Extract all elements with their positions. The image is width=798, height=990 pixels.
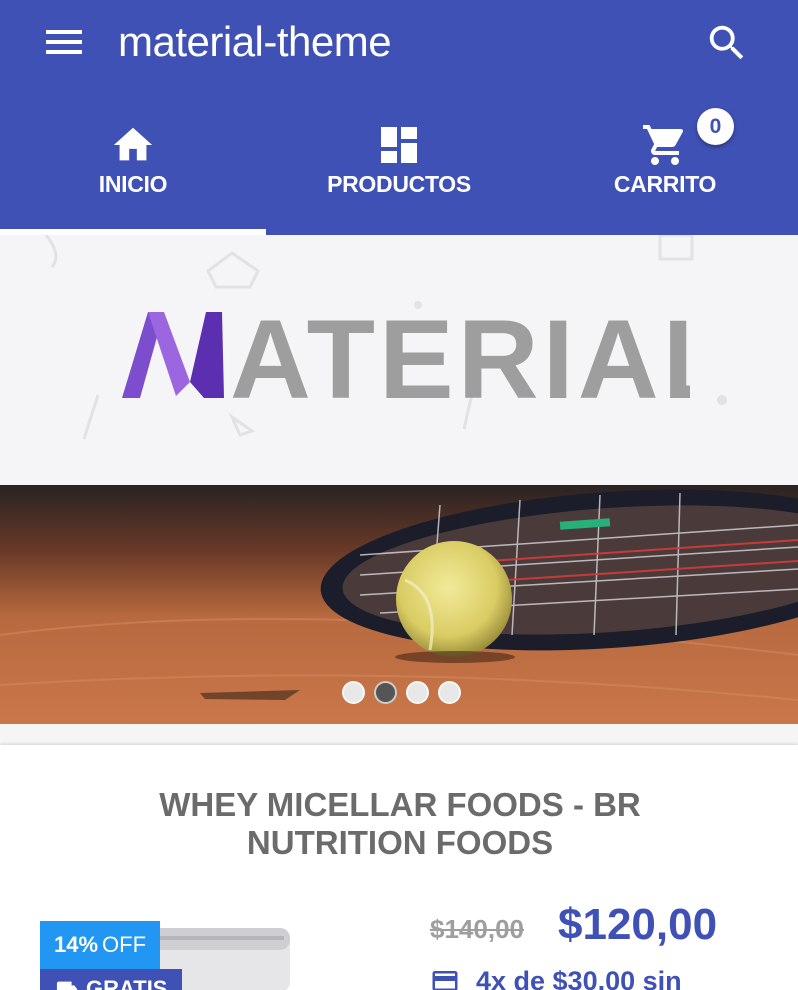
tab-label: CARRITO [613, 171, 717, 197]
dashboard-icon [381, 127, 417, 163]
credit-card-icon [432, 971, 458, 990]
tab-label: PRODUCTOS [327, 171, 471, 197]
app-bar: material-theme INICIO PRODUCTOS CARRITO [0, 0, 798, 235]
slider-dot-3[interactable] [406, 681, 429, 704]
material-logo: ATERIAL [120, 297, 731, 422]
home-icon [113, 127, 153, 161]
slider-pagination [342, 681, 461, 704]
menu-button[interactable] [40, 22, 88, 62]
menu-icon-line [46, 50, 82, 54]
tab-productos[interactable]: PRODUCTOS [266, 88, 532, 235]
toolbar: material-theme [0, 0, 798, 88]
tab-carrito[interactable]: CARRITO [532, 88, 798, 235]
search-button[interactable] [704, 20, 750, 66]
app-title: material-theme [118, 18, 392, 65]
current-price: $120,00 [558, 900, 718, 949]
discount-percent: 14% [53, 932, 99, 957]
tab-bar: INICIO PRODUCTOS CARRITO [0, 88, 798, 235]
installments-info: 4x de $30,00 sin [428, 966, 682, 990]
discount-badge: 14% OFF [40, 921, 160, 969]
discount-label: OFF [102, 932, 147, 957]
menu-icon-line [46, 40, 82, 44]
installments-text: 4x de $30,00 sin [476, 965, 682, 990]
old-price: $140,00 [430, 914, 524, 944]
search-icon [709, 25, 744, 60]
tab-inicio[interactable]: INICIO [0, 88, 266, 235]
free-shipping-badge: GRATIS [40, 969, 182, 990]
menu-icon-line [46, 30, 82, 34]
shipping-label: GRATIS [86, 976, 168, 990]
truck-icon [56, 981, 78, 990]
slider-dot-4[interactable] [438, 681, 461, 704]
tab-label: INICIO [98, 171, 168, 197]
product-title[interactable]: WHEY MICELLAR FOODS - BR NUTRITION FOODS [100, 786, 700, 862]
logo-wordmark: ATERIAL [230, 300, 690, 410]
slider-dot-2[interactable] [374, 681, 397, 704]
slider-dot-1[interactable] [342, 681, 365, 704]
cart-count-badge: 0 [697, 108, 734, 145]
cart-icon [643, 125, 684, 165]
